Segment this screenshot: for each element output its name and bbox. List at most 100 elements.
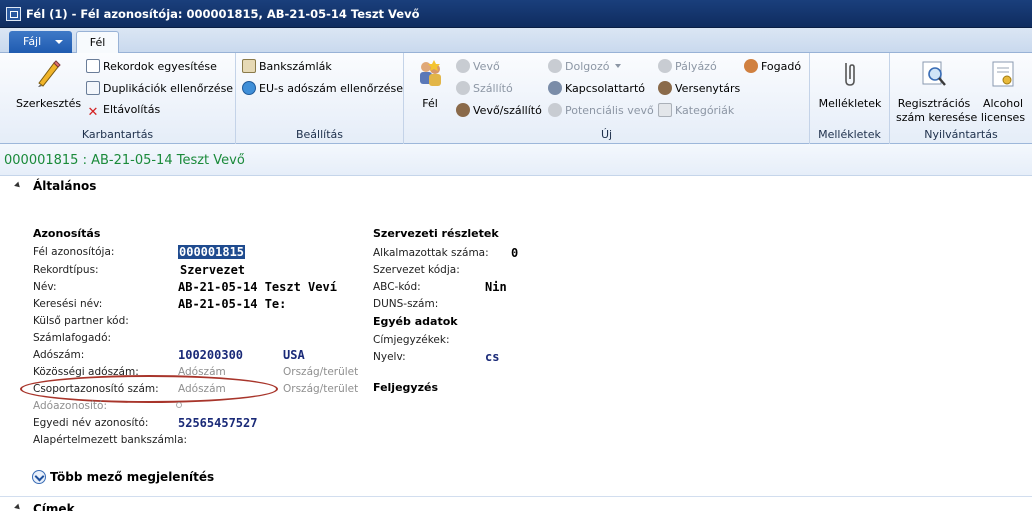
alcohol-licenses-button[interactable]: Alcohol licenses (978, 59, 1028, 125)
show-more-fields-button[interactable]: Több mező megjelenítés (32, 470, 214, 484)
person-icon (658, 81, 672, 95)
radio-icon[interactable] (176, 402, 182, 408)
new-vendor-button[interactable]: Szállító (456, 81, 513, 95)
field-rekordtipus[interactable]: Szervezet (180, 263, 245, 277)
heading-azonositas: Azonosítás (33, 227, 101, 240)
person-icon (548, 103, 562, 117)
kategoriak-label: Kategóriák (675, 104, 735, 117)
field-kozossegi-orszag[interactable]: Ország/terület (283, 366, 358, 378)
person-icon (548, 59, 562, 73)
heading-feljegyzes: Feljegyzés (373, 381, 438, 394)
label-duns: DUNS-szám: (373, 298, 439, 310)
label-adoazon: Adóazonosító: (33, 400, 108, 412)
file-tab[interactable]: Fájl (9, 31, 72, 53)
remove-button[interactable]: ✕ Eltávolítás (86, 103, 161, 121)
title-bar: Fél (1) - Fél azonosítója: 000001815, AB… (0, 0, 1032, 28)
alcohol-label-2: licenses (980, 111, 1026, 124)
field-nev[interactable]: AB-21-05-14 Teszt Veví (178, 280, 337, 294)
merge-records-button[interactable]: Rekordok egyesítése (86, 59, 217, 73)
file-tab-label: Fájl (23, 35, 42, 48)
attachments-button[interactable]: Mellékletek (816, 59, 884, 111)
group-label-beallitas: Beállítás (295, 128, 343, 141)
chevron-down-icon (55, 40, 63, 44)
section-title-cimek: Címek (33, 502, 75, 511)
chevron-down-icon (614, 64, 621, 68)
show-more-label: Több mező megjelenítés (50, 470, 215, 484)
new-prospect-button[interactable]: Potenciális vevő (548, 103, 654, 117)
eu-vat-check-button[interactable]: EU-s adószám ellenőrzése (242, 81, 403, 95)
person-icon (744, 59, 758, 73)
record-title: 000001815 : AB-21-05-14 Teszt Vevő (4, 153, 245, 168)
section-header-altalanos[interactable]: Általános (0, 176, 1032, 196)
eu-vat-label: EU-s adószám ellenőrzése (259, 82, 404, 95)
group-mellekletek: Mellékletek Mellékletek (810, 53, 890, 144)
field-kereses[interactable]: AB-21-05-14 Te: (178, 297, 286, 311)
new-party-button[interactable]: Fél (412, 59, 448, 111)
pencil-icon (38, 60, 61, 87)
chevron-down-icon (32, 470, 46, 484)
group-label-uj: Új (600, 128, 613, 141)
new-competitor-button[interactable]: Versenytárs (658, 81, 740, 95)
edit-label: Szerkesztés (16, 97, 82, 110)
label-szervezet-kod: Szervezet kódja: (373, 264, 460, 276)
duplicates-icon (86, 81, 100, 95)
versenytars-label: Versenytárs (675, 82, 741, 95)
field-adoszam-orszag[interactable]: USA (283, 348, 305, 362)
new-worker-button[interactable]: Dolgozó (548, 59, 621, 73)
field-adoszam[interactable]: 100200300 (178, 348, 243, 362)
alcohol-label-1: Alcohol (982, 97, 1024, 110)
label-bankszamla: Alapértelmezett bankszámla: (33, 434, 188, 446)
label-abc: ABC-kód: (373, 281, 421, 293)
registration-label-1: Regisztrációs (897, 97, 971, 110)
szallito-label: Szállító (473, 82, 513, 95)
person-icon (456, 81, 470, 95)
label-egyedi: Egyedi név azonosító: (33, 417, 149, 429)
edit-button[interactable]: Szerkesztés (16, 59, 82, 111)
grid-icon (658, 103, 672, 117)
field-abc[interactable]: Nin (485, 280, 507, 294)
registration-search-button[interactable]: Regisztrációs szám keresése (896, 59, 977, 125)
heading-egyeb: Egyéb adatok (373, 315, 458, 328)
section-title: Általános (33, 179, 97, 193)
bank-accounts-button[interactable]: Bankszámlák (242, 59, 332, 73)
label-kereses: Keresési név: (33, 298, 103, 310)
highlight-circle (20, 375, 278, 403)
field-egyedi[interactable]: 52565457527 (178, 416, 257, 430)
label-nyelv: Nyelv: (373, 351, 406, 363)
fel-azon-value: 000001815 (178, 245, 246, 259)
merge-label: Rekordok egyesítése (103, 60, 217, 73)
group-label-nyilvantartas: Nyilvántartás (924, 128, 998, 141)
tab-fel[interactable]: Fél (76, 31, 119, 54)
dolgozo-label: Dolgozó (565, 60, 610, 73)
check-duplicates-button[interactable]: Duplikációk ellenőrzése (86, 81, 233, 95)
section-header-cimek[interactable]: Címek (0, 496, 1032, 511)
field-nyelv[interactable]: cs (485, 350, 499, 364)
field-alkalmazottak[interactable]: 0 (511, 246, 518, 260)
group-beallitas: Bankszámlák EU-s adószám ellenőrzése Beá… (236, 53, 404, 144)
attachments-label: Mellékletek (818, 97, 882, 110)
merge-icon (86, 59, 100, 73)
bank-icon (242, 59, 256, 73)
label-fel-azon: Fél azonosítója: (33, 246, 115, 258)
remove-label: Eltávolítás (103, 103, 161, 116)
potencialis-label: Potenciális vevő (565, 104, 654, 117)
new-customer-button[interactable]: Vevő (456, 59, 500, 73)
group-label-mellekletek: Mellékletek (818, 128, 881, 141)
new-contact-button[interactable]: Kapcsolattartó (548, 81, 645, 95)
heading-szervezeti: Szervezeti részletek (373, 227, 499, 240)
new-customer-vendor-button[interactable]: Vevő/szállító (456, 103, 542, 117)
field-fel-azon[interactable]: 000001815 (178, 245, 246, 259)
categories-button[interactable]: Kategóriák (658, 103, 734, 117)
field-csoport-orszag[interactable]: Ország/terület (283, 383, 358, 395)
label-kulso: Külső partner kód: (33, 315, 129, 327)
group-karbantartas: Szerkesztés Rekordok egyesítése Duplikác… (0, 53, 236, 144)
group-uj: Fél Vevő Szállító Vevő/szállító Dolgozó … (404, 53, 810, 144)
label-adoszam: Adószám: (33, 349, 85, 361)
kapcsolat-label: Kapcsolattartó (565, 82, 645, 95)
group-label-karbantartas: Karbantartás (81, 128, 154, 141)
paperclip-icon (845, 63, 855, 86)
label-rekordtipus: Rekordtípus: (33, 264, 99, 276)
new-host-button[interactable]: Fogadó (744, 59, 801, 73)
new-applicant-button[interactable]: Pályázó (658, 59, 717, 73)
delete-x-icon: ✕ (87, 105, 99, 120)
